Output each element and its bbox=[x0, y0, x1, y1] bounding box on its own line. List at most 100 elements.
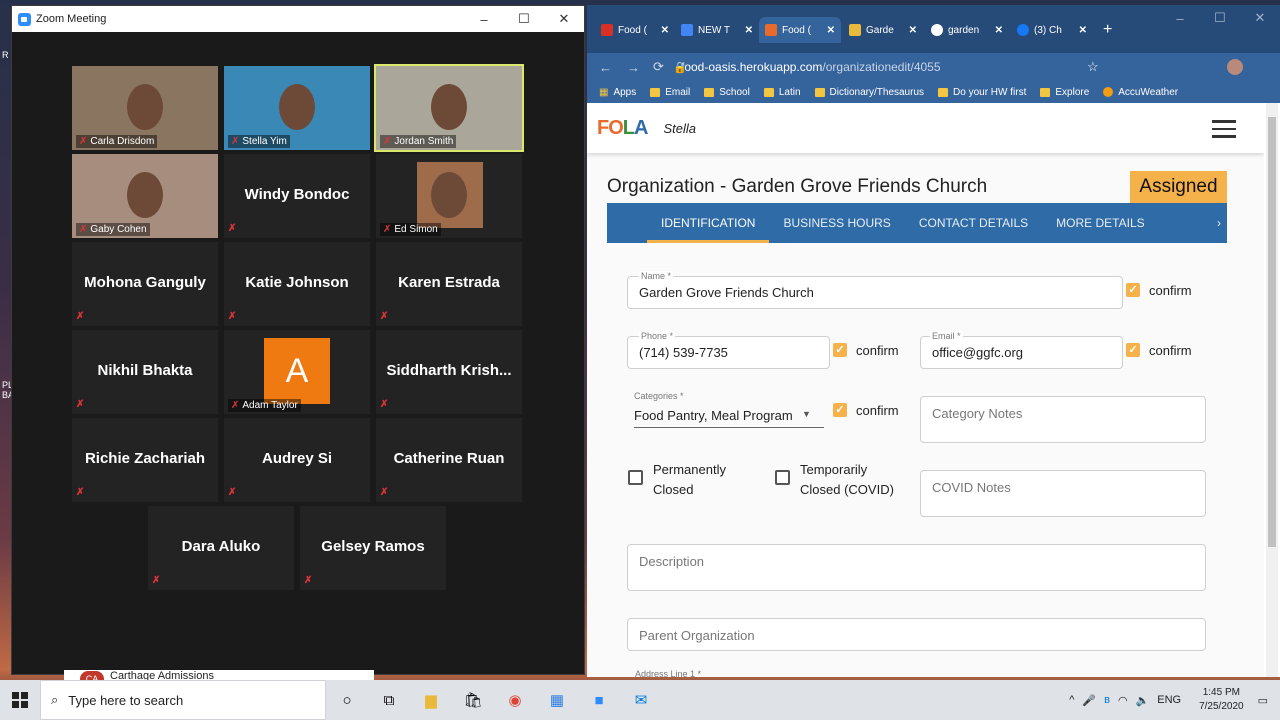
back-icon[interactable]: ← bbox=[599, 60, 612, 75]
app-navbar: FOLA Stella bbox=[587, 103, 1264, 153]
tab-title: Food ( bbox=[782, 24, 811, 36]
url-field[interactable]: food-oasis.herokuapp.com/organizationedi… bbox=[681, 60, 941, 74]
volume-icon[interactable]: 🔈 bbox=[1136, 694, 1150, 707]
confirm-categories-checkbox[interactable]: ✓ bbox=[833, 403, 847, 417]
tab-contact-details[interactable]: CONTACT DETAILS bbox=[905, 216, 1042, 230]
participant-tile[interactable]: ✗ Stella Yim bbox=[224, 66, 370, 150]
muted-mic-icon: ✗ bbox=[380, 399, 389, 410]
chrome-icon[interactable]: ◉ bbox=[494, 680, 536, 720]
close-tab-icon[interactable]: ✕ bbox=[909, 25, 917, 36]
minimize-button[interactable]: – bbox=[1160, 5, 1200, 31]
notifications-icon[interactable]: ▭ bbox=[1258, 694, 1268, 707]
bookmark-item[interactable]: Do your HW first bbox=[938, 87, 1026, 98]
fola-logo[interactable]: FOLA bbox=[597, 117, 648, 140]
zoom-titlebar: Zoom Meeting – ☐ ✕ bbox=[12, 6, 584, 32]
browser-tab-active[interactable]: Food ( ✕ bbox=[759, 17, 841, 43]
browser-tab[interactable]: NEW T ✕ bbox=[675, 17, 759, 43]
hamburger-menu-icon[interactable] bbox=[1212, 120, 1236, 143]
confirm-email-checkbox[interactable]: ✓ bbox=[1126, 343, 1140, 357]
participant-tile[interactable]: Nikhil Bhakta ✗ bbox=[72, 330, 218, 414]
accuweather-icon bbox=[1103, 87, 1114, 97]
language-indicator[interactable]: ENG bbox=[1157, 694, 1181, 706]
zoom-taskbar-icon[interactable]: ■ bbox=[578, 680, 620, 720]
bookmark-item[interactable]: Dictionary/Thesaurus bbox=[814, 87, 924, 98]
tab-title: garden bbox=[948, 24, 980, 36]
close-tab-icon[interactable]: ✕ bbox=[1079, 25, 1087, 36]
participant-tile[interactable]: ✗ Gaby Cohen bbox=[72, 154, 218, 238]
participant-tile[interactable]: A ✗ Adam Taylor bbox=[224, 330, 370, 414]
tab-identification[interactable]: IDENTIFICATION bbox=[647, 203, 770, 243]
participant-tile[interactable]: Dara Aluko ✗ bbox=[148, 506, 294, 590]
tab-more-details[interactable]: MORE DETAILS bbox=[1042, 216, 1158, 230]
bluetooth-icon[interactable]: ʙ bbox=[1104, 694, 1110, 706]
star-icon[interactable]: ☆ bbox=[1087, 59, 1099, 75]
chevron-right-icon[interactable]: › bbox=[1217, 216, 1221, 230]
tab-business-hours[interactable]: BUSINESS HOURS bbox=[769, 216, 904, 230]
bookmark-item[interactable]: School bbox=[704, 87, 750, 98]
page-scrollbar[interactable] bbox=[1266, 103, 1278, 677]
participant-tile[interactable]: Windy Bondoc ✗ bbox=[224, 154, 370, 238]
participant-tile[interactable]: Katie Johnson ✗ bbox=[224, 242, 370, 326]
muted-mic-icon: ✗ bbox=[228, 487, 237, 498]
task-view-icon[interactable]: ⧉ bbox=[368, 680, 410, 720]
close-tab-icon[interactable]: ✕ bbox=[995, 25, 1003, 36]
participant-tile[interactable]: Mohona Ganguly ✗ bbox=[72, 242, 218, 326]
participant-tile[interactable]: ✗ Jordan Smith bbox=[374, 64, 524, 152]
temporarily-closed-checkbox[interactable] bbox=[775, 470, 790, 485]
participant-tile[interactable]: Siddharth Krish... ✗ bbox=[376, 330, 522, 414]
permanently-closed-checkbox[interactable] bbox=[628, 470, 643, 485]
close-button[interactable]: ✕ bbox=[1240, 5, 1280, 31]
browser-tab[interactable]: garden ✕ bbox=[925, 17, 1009, 43]
browser-tab[interactable]: (3) Ch ✕ bbox=[1011, 17, 1093, 43]
profile-avatar[interactable] bbox=[1227, 59, 1243, 75]
tab-title: Food ( bbox=[618, 24, 647, 36]
confirm-name-checkbox[interactable]: ✓ bbox=[1126, 283, 1140, 297]
participant-tile[interactable]: Catherine Ruan ✗ bbox=[376, 418, 522, 502]
confirm-phone-checkbox[interactable]: ✓ bbox=[833, 343, 847, 357]
dropdown-arrow-icon[interactable]: ▼ bbox=[802, 409, 811, 419]
minimize-button[interactable]: – bbox=[464, 6, 504, 32]
bookmark-item[interactable]: AccuWeather bbox=[1103, 87, 1178, 98]
description-field[interactable] bbox=[627, 544, 1206, 591]
chevron-up-icon[interactable]: ^ bbox=[1069, 694, 1074, 706]
close-tab-icon[interactable]: ✕ bbox=[745, 25, 753, 36]
participant-tile[interactable]: Richie Zachariah ✗ bbox=[72, 418, 218, 502]
muted-mic-icon: ✗ bbox=[76, 487, 85, 498]
close-tab-icon[interactable]: ✕ bbox=[827, 25, 835, 36]
new-tab-button[interactable]: + bbox=[1097, 17, 1112, 43]
start-button[interactable] bbox=[0, 692, 40, 708]
participant-name-label: ✗ Adam Taylor bbox=[228, 399, 301, 412]
bookmark-apps[interactable]: ▦ Apps bbox=[599, 87, 636, 98]
categories-select[interactable]: Food Pantry, Meal Program bbox=[634, 408, 793, 423]
bookmark-item[interactable]: Latin bbox=[763, 87, 801, 98]
bookmark-item[interactable]: Explore bbox=[1040, 87, 1089, 98]
parent-organization-placeholder: Parent Organization bbox=[639, 628, 755, 643]
participant-name: Carla Drisdom bbox=[90, 136, 155, 147]
microphone-icon[interactable]: 🎤 bbox=[1082, 694, 1096, 707]
taskbar-search[interactable]: ⌕ Type here to search bbox=[40, 680, 326, 720]
wifi-icon[interactable]: ◠ bbox=[1118, 694, 1128, 707]
participant-tile[interactable]: Gelsey Ramos ✗ bbox=[300, 506, 446, 590]
participant-tile[interactable]: ✗ Ed Simon bbox=[376, 154, 522, 238]
forward-icon[interactable]: → bbox=[627, 60, 640, 75]
browser-tab[interactable]: Food ( ✕ bbox=[595, 17, 675, 43]
mail-icon[interactable]: ✉ bbox=[620, 680, 662, 720]
maximize-button[interactable]: ☐ bbox=[1200, 5, 1240, 31]
bookmarks-bar: ▦ Apps Email School Latin Dictionary/Thes… bbox=[587, 81, 1280, 103]
calculator-icon[interactable]: ▦ bbox=[536, 680, 578, 720]
participant-tile[interactable]: ✗ Carla Drisdom bbox=[72, 66, 218, 150]
url-host: food-oasis.herokuapp.com bbox=[681, 60, 823, 74]
bookmark-item[interactable]: Email bbox=[650, 87, 690, 98]
scrollbar-thumb[interactable] bbox=[1268, 117, 1276, 547]
browser-tab[interactable]: Garde ✕ bbox=[843, 17, 923, 43]
cortana-icon[interactable]: ○ bbox=[326, 680, 368, 720]
store-icon[interactable]: 🛍 bbox=[452, 680, 494, 720]
maximize-button[interactable]: ☐ bbox=[504, 6, 544, 32]
participant-tile[interactable]: Audrey Si ✗ bbox=[224, 418, 370, 502]
file-explorer-icon[interactable]: ▆ bbox=[410, 680, 452, 720]
participant-tile[interactable]: Karen Estrada ✗ bbox=[376, 242, 522, 326]
close-tab-icon[interactable]: ✕ bbox=[661, 25, 669, 36]
reload-icon[interactable]: ⟳ bbox=[653, 59, 664, 75]
close-button[interactable]: ✕ bbox=[544, 6, 584, 32]
clock[interactable]: 1:45 PM 7/25/2020 bbox=[1199, 686, 1244, 714]
